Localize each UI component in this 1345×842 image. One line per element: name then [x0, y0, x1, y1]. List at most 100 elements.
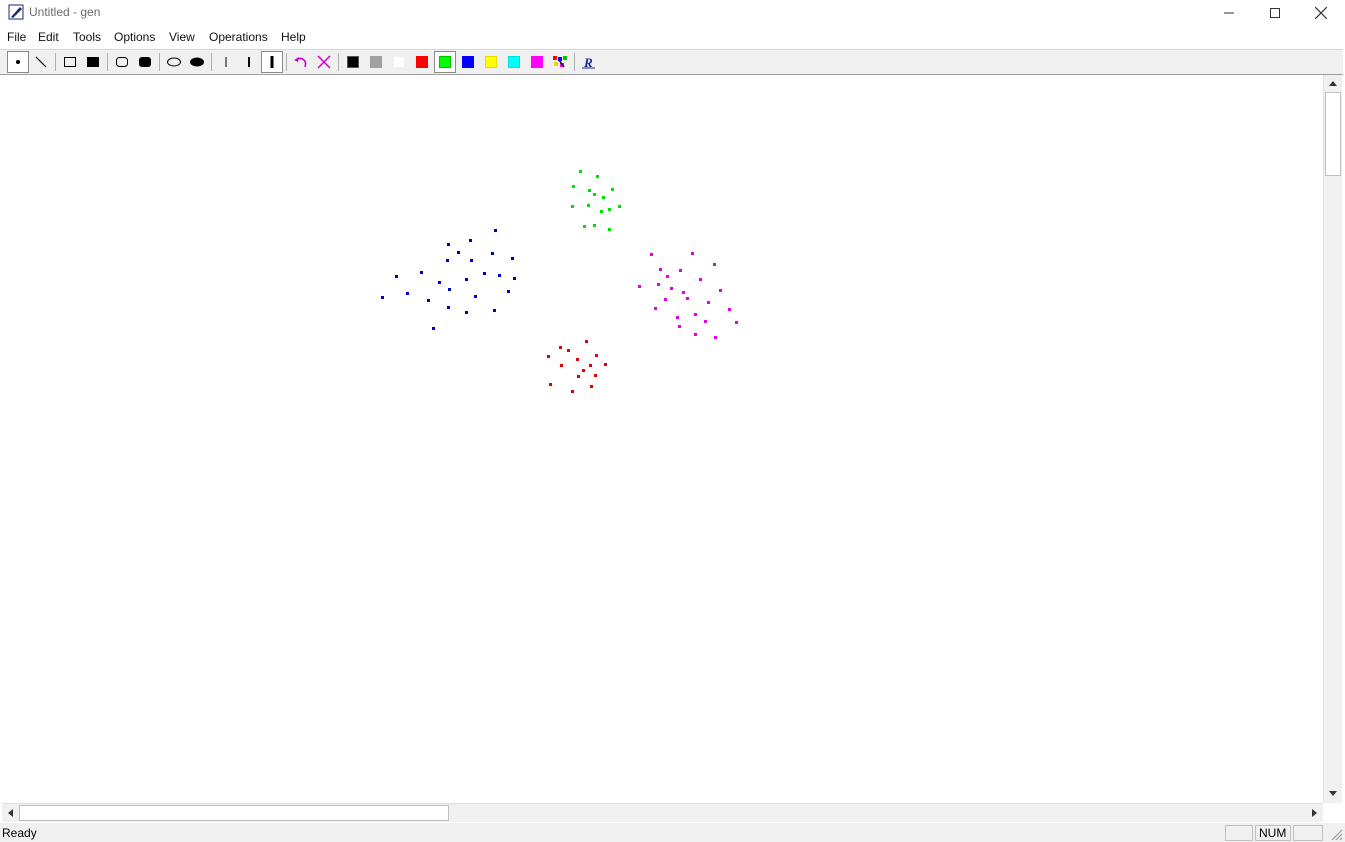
medium-width-tool-button[interactable] — [238, 51, 260, 73]
magenta-cluster — [638, 252, 738, 339]
line-tool-button[interactable] — [30, 51, 52, 73]
minimize-button[interactable] — [1206, 0, 1252, 26]
rounded-rectangle-tool-button[interactable] — [111, 51, 133, 73]
point — [381, 296, 384, 299]
point — [493, 309, 496, 312]
yellow-swatch — [485, 56, 497, 68]
color-gray-button[interactable] — [365, 51, 387, 73]
point — [582, 369, 585, 372]
point — [448, 288, 451, 291]
random-generate-tool-button[interactable]: R — [578, 51, 600, 73]
point — [465, 311, 468, 314]
random-color-tool-button[interactable] — [549, 51, 571, 73]
vertical-scroll-thumb[interactable] — [1325, 92, 1341, 176]
arrow-right-icon — [1312, 809, 1317, 817]
point — [507, 290, 510, 293]
color-black-button[interactable] — [342, 51, 364, 73]
menu-edit[interactable]: Edit — [38, 30, 59, 44]
point — [470, 259, 473, 262]
toolbar-separator — [211, 53, 212, 71]
minimize-icon — [1224, 12, 1234, 14]
filled-ellipse-tool-button[interactable] — [186, 51, 208, 73]
point — [664, 298, 667, 301]
point — [604, 363, 607, 366]
point — [513, 277, 516, 280]
rectangle-tool-button[interactable] — [59, 51, 81, 73]
horizontal-scrollbar[interactable] — [2, 803, 1323, 822]
color-green-button[interactable] — [434, 51, 456, 73]
magenta-swatch — [531, 56, 543, 68]
menu-view[interactable]: View — [169, 30, 195, 44]
red-swatch — [416, 56, 428, 68]
point — [699, 278, 702, 281]
clear-tool-button[interactable] — [313, 51, 335, 73]
drawing-canvas[interactable] — [2, 75, 1322, 803]
status-indicator-num: NUM — [1255, 825, 1291, 841]
point — [560, 364, 563, 367]
thin-width-tool-button[interactable] — [215, 51, 237, 73]
point — [691, 252, 694, 255]
menu-operations[interactable]: Operations — [209, 30, 268, 44]
point — [589, 364, 592, 367]
toolbar-separator — [159, 53, 160, 71]
arrow-left-icon — [8, 809, 13, 817]
gray-swatch — [370, 56, 382, 68]
point — [719, 289, 722, 292]
arrow-down-icon — [1329, 791, 1337, 796]
toolbar-separator — [338, 53, 339, 71]
close-icon — [1315, 7, 1327, 19]
point — [707, 301, 710, 304]
color-yellow-button[interactable] — [480, 51, 502, 73]
status-indicator-caps — [1225, 825, 1253, 841]
point — [588, 189, 591, 192]
point — [432, 327, 435, 330]
point — [587, 204, 590, 207]
point — [602, 196, 605, 199]
point — [427, 299, 430, 302]
multicolor-icon — [553, 56, 567, 68]
filled-rounded-rectangle-tool-button[interactable] — [134, 51, 156, 73]
scroll-up-button[interactable] — [1325, 75, 1341, 91]
filled-rectangle-tool-button[interactable] — [82, 51, 104, 73]
menu-options[interactable]: Options — [114, 30, 155, 44]
undo-tool-button[interactable] — [290, 51, 312, 73]
menu-tools[interactable]: Tools — [73, 30, 101, 44]
scroll-right-button[interactable] — [1307, 805, 1323, 821]
color-blue-button[interactable] — [457, 51, 479, 73]
menu-help[interactable]: Help — [281, 30, 306, 44]
point — [420, 271, 423, 274]
rect-filled-icon — [87, 57, 99, 67]
point — [595, 354, 598, 357]
point — [498, 274, 501, 277]
point — [483, 272, 486, 275]
point — [670, 287, 673, 290]
resize-grip-icon[interactable] — [1329, 827, 1343, 841]
thick-width-tool-button[interactable] — [261, 51, 283, 73]
menu-file[interactable]: File — [7, 30, 26, 44]
point — [511, 257, 514, 260]
point — [713, 263, 716, 266]
point-tool-button[interactable] — [7, 51, 29, 73]
point — [395, 275, 398, 278]
color-red-button[interactable] — [411, 51, 433, 73]
ellipse-tool-button[interactable] — [163, 51, 185, 73]
scroll-down-button[interactable] — [1325, 786, 1341, 802]
maximize-button[interactable] — [1252, 0, 1298, 26]
horizontal-scroll-thumb[interactable] — [19, 805, 449, 821]
vertical-scrollbar[interactable] — [1323, 75, 1342, 803]
point — [594, 374, 597, 377]
color-magenta-button[interactable] — [526, 51, 548, 73]
point — [549, 383, 552, 386]
close-button[interactable] — [1298, 0, 1344, 26]
point-plot — [381, 170, 738, 393]
point — [559, 346, 562, 349]
ellipse-outline-icon — [167, 57, 181, 67]
point — [474, 295, 477, 298]
point — [638, 285, 641, 288]
point — [571, 390, 574, 393]
scroll-left-button[interactable] — [2, 805, 18, 821]
color-cyan-button[interactable] — [503, 51, 525, 73]
color-white-button[interactable] — [388, 51, 410, 73]
point — [694, 333, 697, 336]
point — [714, 336, 717, 339]
